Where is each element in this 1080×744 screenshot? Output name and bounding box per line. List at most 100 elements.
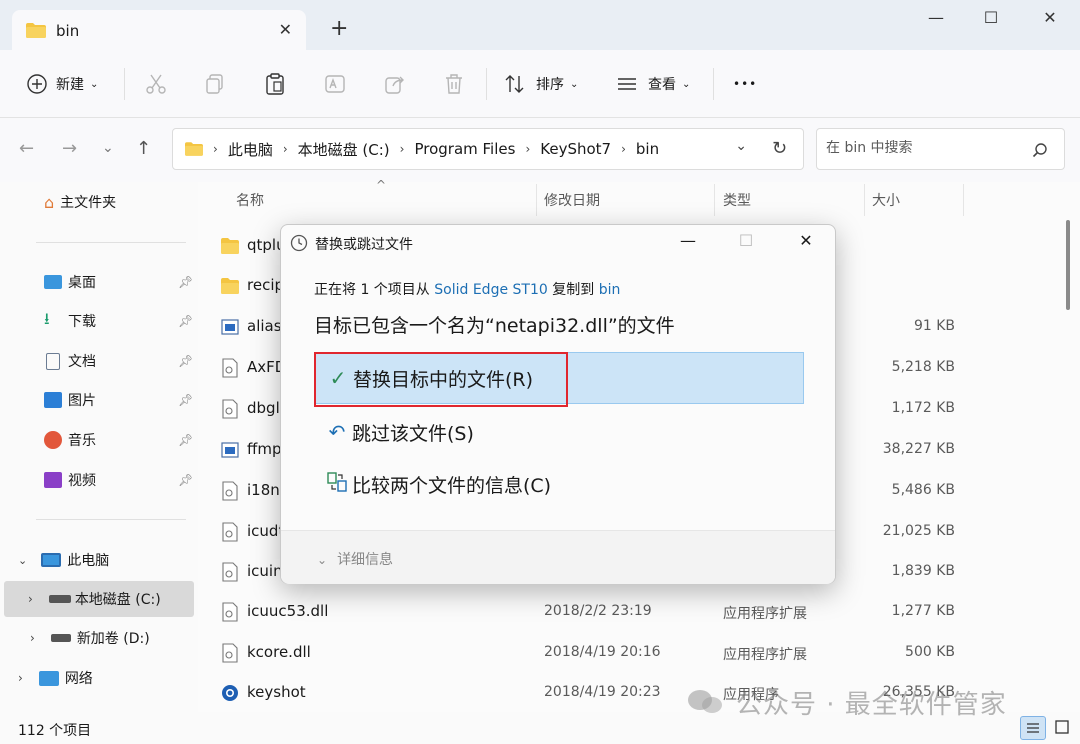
view-button[interactable]: 查看 ⌄ <box>616 72 690 96</box>
tab-bin[interactable]: bin ✕ <box>12 10 306 50</box>
more-details-button[interactable]: ⌄ 详细信息 <box>317 549 393 569</box>
view-list-icon <box>618 78 636 90</box>
tiles-view-button[interactable] <box>1050 716 1076 740</box>
sidebar-item-desktop[interactable]: 桌面 📌︎ <box>0 264 196 300</box>
file-size: 1,839 KB <box>891 563 955 579</box>
pin-icon[interactable]: 📌︎ <box>178 314 193 328</box>
search-icon[interactable] <box>1032 142 1048 158</box>
pin-icon[interactable]: 📌︎ <box>178 433 193 447</box>
sidebar-item-drive-c[interactable]: › 本地磁盘 (C:) <box>4 581 194 617</box>
sidebar-item-home[interactable]: ⌂ 主文件夹 <box>0 184 196 220</box>
pin-icon[interactable]: 📌︎ <box>178 393 193 407</box>
sidebar-item-this-pc[interactable]: ⌄ 此电脑 <box>0 542 196 578</box>
copy-icon[interactable] <box>203 72 227 96</box>
tab-close-button[interactable]: ✕ <box>279 20 292 39</box>
chevron-right-icon[interactable]: › <box>30 631 35 645</box>
pictures-icon <box>44 392 62 408</box>
forward-arrow-icon[interactable]: → <box>62 138 77 159</box>
up-arrow-icon[interactable]: ↑ <box>136 138 151 159</box>
breadcrumb-chevron-icon: › <box>282 142 288 156</box>
search-box[interactable] <box>816 128 1065 170</box>
sort-button[interactable]: 排序 ⌄ <box>504 72 578 96</box>
breadcrumb-this-pc[interactable]: 此电脑 <box>228 139 273 160</box>
pin-icon[interactable]: 📌︎ <box>178 473 193 487</box>
pin-icon[interactable]: 📌︎ <box>178 275 193 289</box>
breadcrumb-drive-c[interactable]: 本地磁盘 (C:) <box>298 139 390 160</box>
maximize-button[interactable]: ☐ <box>971 8 1011 32</box>
breadcrumb-bin[interactable]: bin <box>636 140 659 158</box>
plus-circle-icon <box>27 74 47 94</box>
sidebar-item-label: 新加卷 (D:) <box>76 631 150 647</box>
back-arrow-icon[interactable]: ← <box>19 138 34 159</box>
chevron-right-icon[interactable]: › <box>28 592 33 606</box>
close-window-button[interactable]: ✕ <box>1030 8 1070 32</box>
file-name: kcore.dll <box>247 643 311 661</box>
sidebar-item-downloads[interactable]: ⭳ 下载 📌︎ <box>0 303 196 339</box>
cut-icon[interactable] <box>144 72 168 96</box>
sidebar-item-network[interactable]: › 网络 <box>0 660 196 696</box>
address-bar[interactable]: › 此电脑 › 本地磁盘 (C:) › Program Files › KeyS… <box>172 128 804 170</box>
file-row[interactable]: kcore.dll 2018/4/19 20:16 应用程序扩展 500 KB <box>198 633 1058 673</box>
column-header-size[interactable]: 大小 <box>872 190 900 210</box>
skip-file-option[interactable]: ↶ 跳过该文件(S) <box>314 406 804 458</box>
sidebar-item-drive-d[interactable]: › 新加卷 (D:) <box>0 620 196 656</box>
folder-icon <box>221 278 239 294</box>
sidebar-item-music[interactable]: 音乐 📌︎ <box>0 422 196 458</box>
toolbar-divider <box>713 68 714 100</box>
more-options-button[interactable]: ••• <box>733 72 757 96</box>
destination-folder-link[interactable]: bin <box>599 282 621 298</box>
sidebar-item-pictures[interactable]: 图片 📌︎ <box>0 382 196 418</box>
column-header-date[interactable]: 修改日期 <box>544 190 600 210</box>
breadcrumb-program-files[interactable]: Program Files <box>414 140 515 158</box>
file-name: keyshot <box>247 683 306 701</box>
sidebar-item-label: 下载 <box>68 314 96 330</box>
column-divider[interactable] <box>536 184 537 216</box>
column-divider[interactable] <box>714 184 715 216</box>
column-divider[interactable] <box>864 184 865 216</box>
sidebar-item-label: 此电脑 <box>67 553 110 569</box>
download-icon: ⭳ <box>44 308 50 328</box>
application-icon <box>221 319 239 335</box>
minimize-button[interactable]: — <box>916 8 956 32</box>
new-tab-button[interactable]: + <box>330 18 348 40</box>
pin-icon[interactable]: 📌︎ <box>178 354 193 368</box>
compare-files-option[interactable]: 比较两个文件的信息(C) <box>314 458 804 510</box>
file-size: 5,218 KB <box>891 359 955 375</box>
item-count: 112 个项目 <box>18 723 92 739</box>
recent-locations-chevron-icon[interactable]: ⌄ <box>102 140 114 156</box>
refresh-icon[interactable]: ↻ <box>772 138 787 159</box>
new-button[interactable]: 新建 ⌄ <box>26 72 98 96</box>
title-bar: bin ✕ + — ☐ ✕ <box>0 0 1080 50</box>
delete-icon[interactable] <box>442 72 466 96</box>
details-view-button[interactable] <box>1020 716 1046 740</box>
drive-icon <box>48 595 71 603</box>
toolbar-divider <box>486 68 487 100</box>
chevron-down-icon: ⌄ <box>317 553 328 567</box>
source-folder-link[interactable]: Solid Edge ST10 <box>434 282 548 298</box>
share-icon[interactable] <box>383 72 407 96</box>
address-history-chevron-icon[interactable]: ⌄ <box>735 138 747 154</box>
column-header-type[interactable]: 类型 <box>723 190 751 210</box>
command-bar: 新建 ⌄ 排序 ⌄ 查看 ⌄ ••• <box>0 50 1080 118</box>
paste-icon[interactable] <box>263 72 287 96</box>
vertical-scrollbar[interactable] <box>1066 220 1070 310</box>
column-header-name[interactable]: 名称 <box>236 190 264 210</box>
rename-icon[interactable] <box>323 72 347 96</box>
dialog-minimize-button[interactable]: — <box>673 231 703 253</box>
sidebar-item-videos[interactable]: 视频 📌︎ <box>0 462 196 498</box>
breadcrumb-keyshot7[interactable]: KeyShot7 <box>540 140 611 158</box>
chevron-right-icon[interactable]: › <box>18 671 23 685</box>
tiles-view-icon <box>1055 720 1069 734</box>
search-input[interactable] <box>826 140 1026 156</box>
dialog-close-button[interactable]: ✕ <box>791 231 821 253</box>
sidebar-item-documents[interactable]: 文档 📌︎ <box>0 343 196 379</box>
dll-file-icon <box>222 481 238 501</box>
folder-icon <box>221 238 239 254</box>
column-divider[interactable] <box>963 184 964 216</box>
chevron-expanded-icon[interactable]: ⌄ <box>18 554 27 567</box>
sidebar-item-label: 音乐 <box>68 433 96 449</box>
file-type: 应用程序扩展 <box>723 647 807 663</box>
dialog-maximize-button[interactable]: ☐ <box>731 231 761 253</box>
file-modified-date: 2018/2/2 23:19 <box>544 603 652 619</box>
file-row[interactable]: icuuc53.dll 2018/2/2 23:19 应用程序扩展 1,277 KB <box>198 592 1058 632</box>
